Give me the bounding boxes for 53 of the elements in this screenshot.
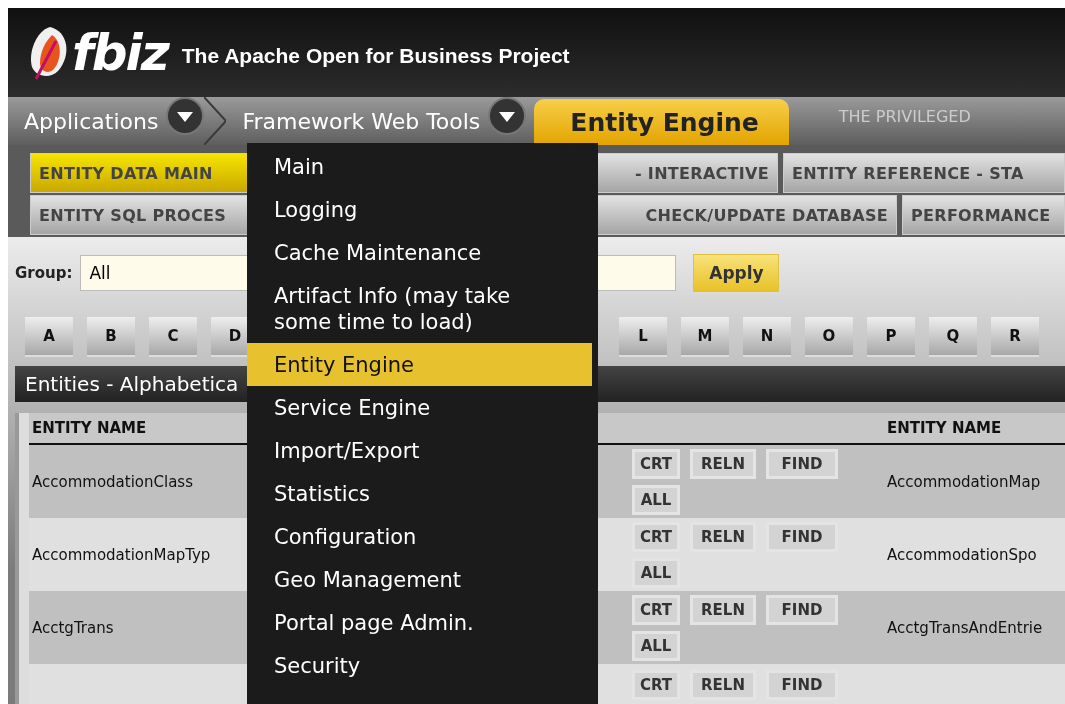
letter-button[interactable]: R xyxy=(991,317,1039,357)
menu-item[interactable]: Geo Management xyxy=(247,558,592,601)
action-button[interactable]: CRT xyxy=(632,448,680,479)
entity-name-cell-text: AccommodationSpo xyxy=(886,545,1037,564)
subtab[interactable]: ENTITY REFERENCE - STA xyxy=(783,153,1065,193)
action-button[interactable]: RELN xyxy=(690,448,756,479)
action-button[interactable]: FIND xyxy=(766,594,838,625)
entity-name-cell-text: AccommodationMap xyxy=(886,472,1041,491)
dropdown-icon[interactable] xyxy=(166,97,205,135)
nav-menu[interactable]: Applications xyxy=(8,97,167,145)
nav-menu[interactable]: Framework Web Tools xyxy=(226,97,489,145)
action-button[interactable]: CRT xyxy=(632,670,680,700)
subtab[interactable]: PERFORMANCE xyxy=(902,195,1065,235)
menu-item[interactable]: Configuration xyxy=(247,515,592,558)
entity-name-cell-text: AccommodationMapTyp xyxy=(31,545,211,564)
group-label: Group: xyxy=(15,264,73,282)
menu-item[interactable]: Statistics xyxy=(247,472,592,515)
letter-button[interactable]: A xyxy=(25,317,73,357)
action-button[interactable]: ALL xyxy=(632,630,680,661)
chevron-separator xyxy=(204,97,227,145)
entity-name-cell-text: AcctgTransAndEntrie xyxy=(886,618,1043,637)
letter-button[interactable]: Q xyxy=(929,317,977,357)
letter-button[interactable]: N xyxy=(743,317,791,357)
menu-item[interactable]: Import/Export xyxy=(247,429,592,472)
action-button[interactable]: RELN xyxy=(690,594,756,625)
action-button[interactable]: CRT xyxy=(632,594,680,625)
column-header: ENTITY NAME xyxy=(31,419,147,437)
apply-button[interactable]: Apply xyxy=(693,254,780,292)
dropdown-icon[interactable] xyxy=(488,97,527,135)
action-button[interactable]: ALL xyxy=(632,484,680,515)
action-button[interactable]: RELN xyxy=(690,670,756,700)
entity-name-cell-text: AcctgTrans xyxy=(31,618,114,637)
action-button[interactable]: FIND xyxy=(766,521,838,552)
action-button[interactable]: CRT xyxy=(632,521,680,552)
action-button[interactable]: FIND xyxy=(766,448,838,479)
letter-button[interactable]: C xyxy=(149,317,197,357)
column-header: ENTITY NAME xyxy=(886,419,1002,437)
menu-item[interactable]: Security xyxy=(247,644,592,687)
entity-name-cell-text: AccommodationClass xyxy=(31,472,193,491)
letter-button[interactable]: L xyxy=(619,317,667,357)
notice-text: THE PRIVILEGED xyxy=(838,106,971,126)
menu-item[interactable]: Portal page Admin. xyxy=(247,601,592,644)
action-button[interactable]: FIND xyxy=(766,670,838,700)
tagline: The Apache Open for Business Project xyxy=(181,43,570,68)
letter-button[interactable]: P xyxy=(867,317,915,357)
nav-tab[interactable]: Entity Engine xyxy=(534,99,789,145)
menu-item[interactable]: Entity Engine xyxy=(247,343,592,386)
action-button[interactable]: ALL xyxy=(632,557,680,588)
letter-button[interactable]: M xyxy=(681,317,729,357)
letter-button[interactable]: B xyxy=(87,317,135,357)
action-button[interactable]: RELN xyxy=(690,521,756,552)
letter-button[interactable]: O xyxy=(805,317,853,357)
logo-text: fbiz xyxy=(72,27,168,78)
